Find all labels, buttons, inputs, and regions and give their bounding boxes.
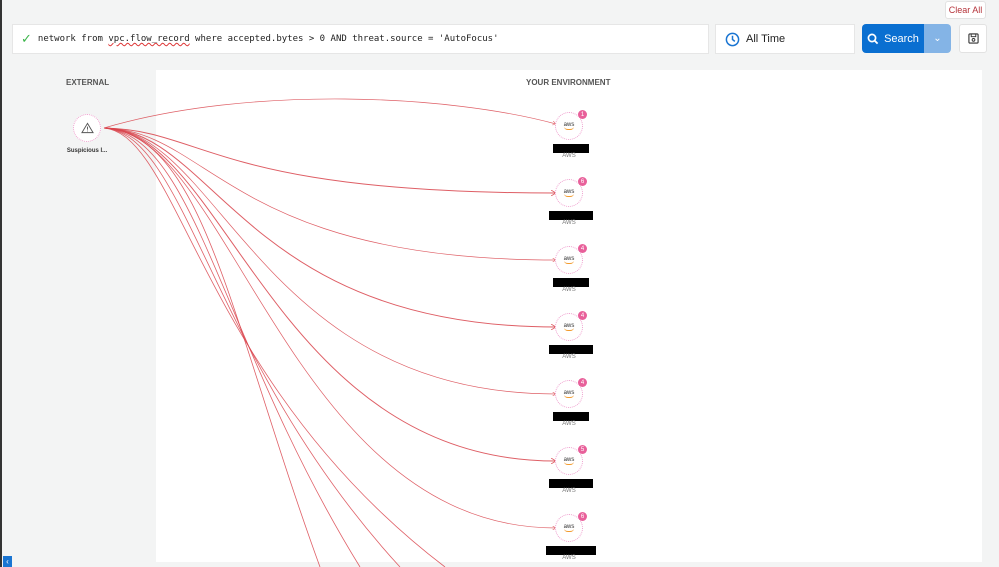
provider-label: AWS [562,488,576,494]
edge [103,127,556,260]
aws-logo-icon: aws [563,122,575,130]
aws-logo-icon: aws [563,189,575,197]
aws-logo-icon: aws [563,390,575,398]
edge [103,127,446,567]
event-count-badge: 6 [578,177,587,186]
edge [103,98,556,129]
event-count-badge: 6 [578,512,587,521]
edge [103,127,361,567]
event-count-badge: 4 [578,244,587,253]
aws-logo-icon: aws [563,256,575,264]
redacted-name [549,479,593,488]
source-node-label: Suspicious I... [66,148,108,154]
edge [103,127,556,528]
event-count-badge: 1 [578,110,587,119]
redacted-name [546,546,596,555]
event-count-badge: 5 [578,445,587,454]
redacted-name [553,278,589,287]
redacted-name [553,144,589,153]
aws-logo-icon: aws [563,457,575,465]
redacted-name [549,211,593,220]
event-count-badge: 4 [578,311,587,320]
provider-label: AWS [562,220,576,226]
edge [103,127,556,327]
redacted-name [553,412,589,421]
expand-sidebar-button[interactable]: ‹ [3,556,12,567]
provider-label: AWS [562,287,576,293]
edge [103,127,321,567]
chevron-left-icon: ‹ [6,557,9,566]
provider-label: AWS [562,555,576,561]
provider-label: AWS [562,153,576,159]
graph-edges [103,98,999,567]
redacted-name [549,345,593,354]
aws-logo-icon: aws [563,323,575,331]
source-node[interactable] [73,114,101,142]
provider-label: AWS [562,421,576,427]
edge [103,127,556,461]
aws-logo-icon: aws [563,524,575,532]
edge [103,127,401,567]
provider-label: AWS [562,354,576,360]
warning-icon [80,122,94,134]
event-count-badge: 4 [578,378,587,387]
